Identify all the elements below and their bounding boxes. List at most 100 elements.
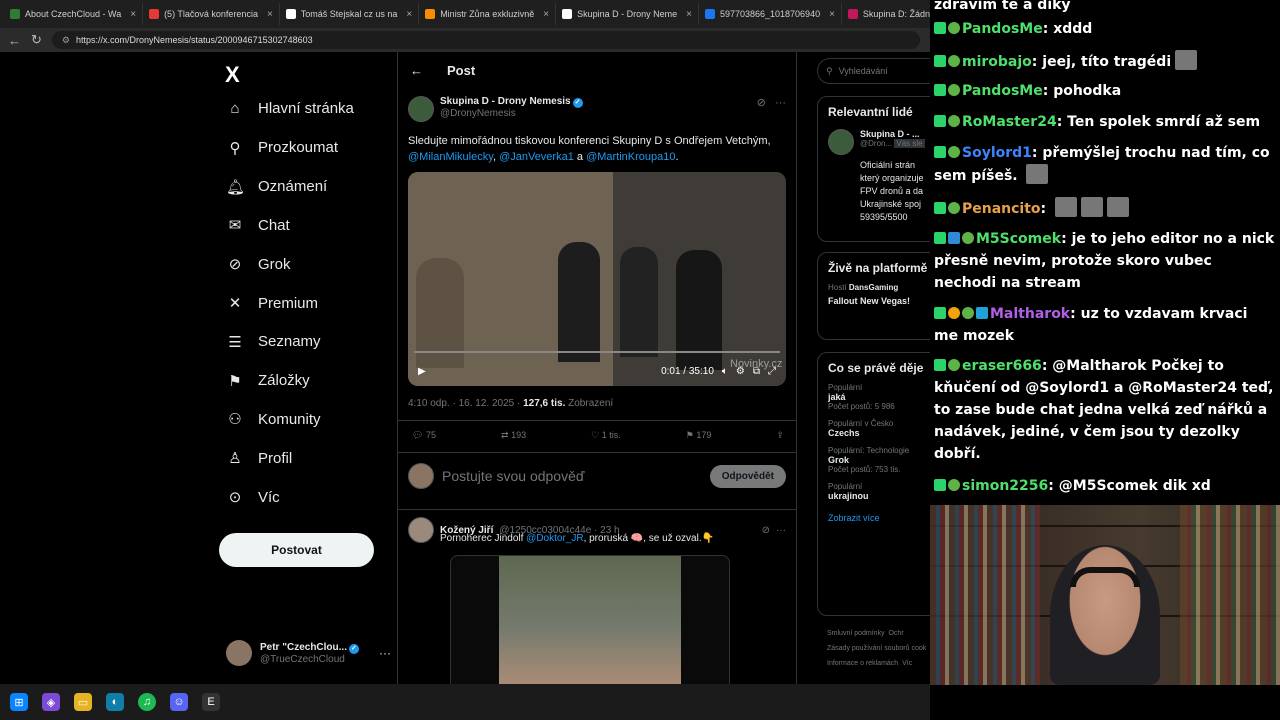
windows-start-icon[interactable]: ⊞ [10,693,28,711]
epic-games-icon[interactable]: E [202,693,220,711]
url-field[interactable]: ⚙ https://x.com/DronyNemesis/status/2000… [51,31,920,49]
more-icon[interactable]: ··· [775,97,786,109]
reply-text: Pornoherec Jindolf @Doktor_JR, proruská … [440,533,786,544]
reload-icon[interactable]: ↻ [31,32,42,48]
footer-link[interactable]: Smluvní podmínky [827,630,885,637]
more-icon[interactable]: ··· [379,646,391,660]
reply-post[interactable]: Kožený Jiří @1250cc03004c44e · 23 h ⊘ ··… [408,517,786,684]
account-switcher[interactable]: Petr "CzechClou... ✓ @TrueCzechCloud ··· [226,640,391,666]
close-icon[interactable]: × [829,9,835,20]
url-text: https://x.com/DronyNemesis/status/200094… [75,35,313,45]
sidebar-item-hlavni-stranka[interactable]: ⌂ Hlavní stránka [226,100,353,117]
browser-tab[interactable]: About CzechCloud - Wa × [4,3,144,25]
sidebar-item-komunity[interactable]: ⚇ Komunity [226,410,320,429]
grok-icon[interactable]: ⊘ [757,97,766,109]
site-info-icon[interactable]: ⚙ [62,35,70,46]
mention-link[interactable]: @Doktor_JR [526,533,583,544]
chat-username[interactable]: Soylord1 [962,145,1032,161]
chat-username[interactable]: simon2256 [962,478,1048,494]
pip-icon[interactable]: ⧉ [753,366,760,377]
x-sidebar: X ⌂ Hlavní stránka ⚲ Prozkoumat 🔔︎ Oznámení ✉ C… [210,52,395,684]
live-show[interactable]: Fallout New Vegas! [828,296,930,306]
mention-link[interactable]: @JanVeverka1 [499,151,574,163]
mention-link[interactable]: @MilanMikulecky [408,151,493,163]
close-icon[interactable]: × [267,9,273,20]
chat-username[interactable]: RoMaster24 [962,114,1057,130]
footer-link[interactable]: Ochr [888,630,903,637]
chat-username[interactable]: PandosMe [962,83,1043,99]
post-timestamp[interactable]: 4:10 odp. · 16. 12. 2025 · [408,398,523,409]
trend-item[interactable]: Populární ukrajinou [828,482,930,501]
chat-username[interactable]: Maltharok [990,306,1070,322]
relevant-name[interactable]: Skupina D - ... [860,129,925,139]
reply-avatar[interactable] [408,517,434,543]
browser-tab[interactable]: 597703866_1018706940 × [699,3,842,25]
author-handle[interactable]: @DronyNemesis [440,108,583,119]
mention-link[interactable]: @MartinKroupa10 [586,151,675,163]
sidebar-item-profil[interactable]: ♙ Profil [226,449,292,468]
reply-media[interactable] [450,555,730,684]
chat-text: zdravím te a díky [934,0,1071,13]
show-more-link[interactable]: Zobrazit více [828,513,930,523]
sidebar-item-seznamy[interactable]: ☰ Seznamy [226,333,320,351]
chat-username[interactable]: PandosMe [962,21,1043,37]
fullscreen-icon[interactable]: ⤢ [768,366,776,377]
close-icon[interactable]: × [130,9,136,20]
edge-icon[interactable]: ◐ [106,693,124,711]
settings-icon[interactable]: ⚙ [736,366,745,377]
grok-icon[interactable]: ⊘ [762,525,770,536]
chat-username[interactable]: Penancito [962,201,1041,217]
video-player[interactable]: Novinky.cz ▶ 0:01 / 35:10 🔈︎ ⚙ ⧉ ⤢ [408,172,786,386]
trend-item[interactable]: Populární v Česko Czechs [828,419,930,438]
trend-item[interactable]: Populární: Technologie Grok Počet postů: 7… [828,446,930,474]
x-logo-icon[interactable]: X [225,62,240,88]
kick-badge-icon [934,22,946,34]
reply-action[interactable]: 💬︎ 75 [412,430,436,441]
chat-username[interactable]: M5Scomek [976,231,1061,247]
close-icon[interactable]: × [406,9,412,20]
author-avatar[interactable] [408,96,434,122]
sidebar-item-vic[interactable]: ⊙ Víc [226,488,280,507]
back-arrow-icon[interactable]: ← [8,33,21,48]
browser-tab[interactable]: Tomáš Stejskal cz us na × [280,3,420,25]
more-icon[interactable]: ··· [776,525,786,536]
play-icon[interactable]: ▶ [418,366,426,377]
chat-username[interactable]: eraser666 [962,358,1042,374]
sidebar-item-grok[interactable]: ⊘ Grok [226,255,291,274]
browser-tab[interactable]: Skupina D - Drony Neme × [556,3,699,25]
share-icon[interactable]: ⇪ [776,430,784,441]
author-name[interactable]: Skupina D - Drony Nemesis [440,96,571,107]
sidebar-item-chat[interactable]: ✉ Chat [226,216,290,235]
post-button[interactable]: Postovat [219,533,374,567]
search-input[interactable]: ⚲ Vyhledávání [817,58,930,84]
footer-link[interactable]: Víc [902,660,912,667]
browser-tab[interactable]: Ministr Zůna exkluzivně × [419,3,557,25]
volume-icon[interactable]: 🔈︎ [722,366,728,377]
video-progress-bar[interactable] [414,351,780,353]
spotify-icon[interactable]: ♫ [138,693,156,711]
like-action[interactable]: ♡ 1 tis. [591,430,621,441]
footer-link[interactable]: Zásady používání souborů cook [827,645,926,652]
sidebar-item-prozkoumat[interactable]: ⚲ Prozkoumat [226,139,339,157]
browser-tab[interactable]: Skupina D: Žádné drony× [842,3,930,25]
chat-username[interactable]: mirobajo [962,54,1032,70]
folder-icon[interactable]: ▭ [74,693,92,711]
reply-input[interactable]: Postujte svou odpověď [442,468,702,484]
footer-link[interactable]: Informace o reklamách [827,660,898,667]
discord-icon[interactable]: ☺ [170,693,188,711]
back-arrow-icon[interactable]: ← [410,63,423,78]
tab-label: Ministr Zůna exkluzivně [440,9,535,19]
trend-item[interactable]: Populární jaká Počet postů: 5 986 [828,383,930,411]
repost-action[interactable]: ⇄ 193 [501,430,526,441]
sidebar-item-premium[interactable]: ✕ Premium [226,294,318,313]
browser-tab[interactable]: (5) Tlačová konferencia × [143,3,280,25]
live-host[interactable]: DansGaming [849,283,898,292]
close-icon[interactable]: × [686,9,692,20]
bookmark-action[interactable]: ⚑ 179 [686,430,712,441]
sidebar-item-oznameni[interactable]: 🔔︎ Oznámení [226,178,327,196]
reply-button[interactable]: Odpovědět [709,464,786,488]
sidebar-item-zalozky[interactable]: ⚑ Záložky [226,372,309,390]
copilot-icon[interactable]: ◈ [42,693,60,711]
close-icon[interactable]: × [543,9,549,20]
relevant-avatar[interactable] [828,129,854,155]
